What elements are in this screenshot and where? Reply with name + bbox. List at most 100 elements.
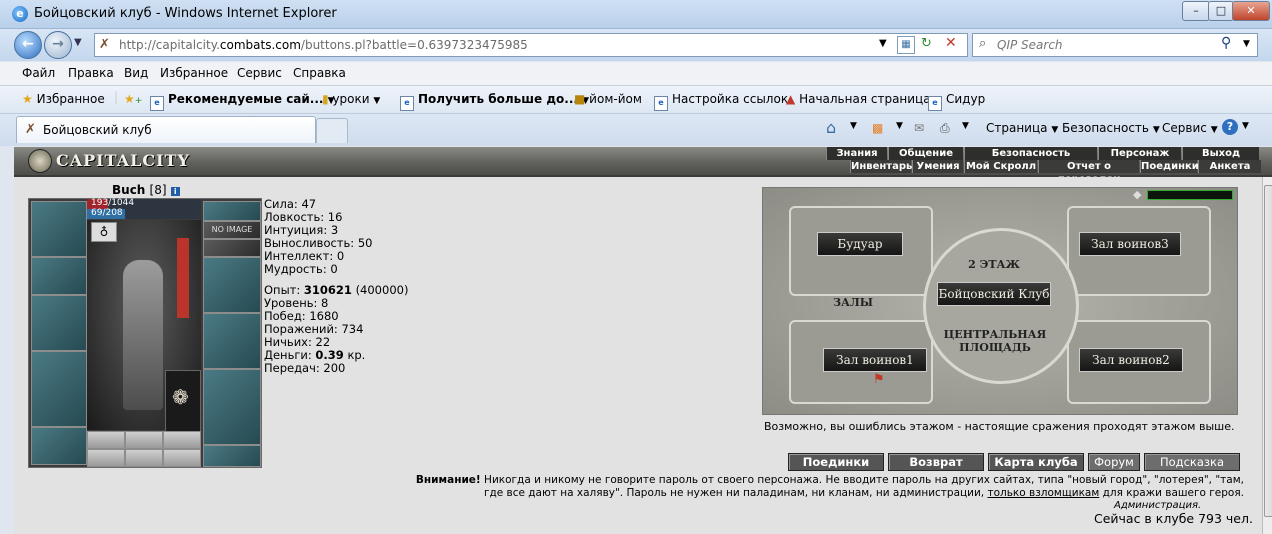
vertical-scrollbar[interactable]: [1262, 177, 1272, 534]
map-label-boudoir[interactable]: Будуар: [817, 232, 903, 256]
slot-ring-3[interactable]: [163, 431, 201, 449]
menu-view[interactable]: Вид: [124, 66, 148, 80]
nav-my-scroll[interactable]: Мой Скролл: [964, 160, 1037, 173]
nav-security[interactable]: Безопасность: [964, 147, 1097, 160]
club-map-button[interactable]: Карта клуба: [988, 453, 1084, 471]
chevron-down-icon[interactable]: ▼: [1242, 121, 1249, 131]
character-avatar[interactable]: ♁ ❁: [87, 220, 201, 432]
refresh-icon[interactable]: ↻: [921, 36, 932, 51]
minimize-button[interactable]: –: [1182, 1, 1210, 21]
nav-transfer-report[interactable]: Отчет о переводах: [1038, 160, 1139, 185]
menu-favorites[interactable]: Избранное: [160, 66, 228, 80]
security-menu[interactable]: Безопасность ▼: [1062, 121, 1160, 135]
game-header: CAPITALCITY Знания Общение Безопасность …: [14, 147, 1272, 185]
menu-help[interactable]: Справка: [293, 66, 346, 80]
slot-weapon[interactable]: [31, 295, 87, 351]
chevron-down-icon[interactable]: ▼: [962, 121, 969, 131]
folder-icon: ▮: [322, 92, 329, 106]
nav-character[interactable]: Персонаж: [1098, 147, 1181, 160]
return-button[interactable]: Возврат: [888, 453, 984, 471]
address-dropdown-icon[interactable]: ▼: [879, 38, 887, 49]
help-icon[interactable]: ?: [1222, 119, 1238, 135]
map-label-club[interactable]: Бойцовский Клуб: [937, 282, 1051, 306]
stop-icon[interactable]: ✕: [945, 35, 957, 51]
pet-owl[interactable]: ❁: [165, 370, 201, 432]
print-icon[interactable]: ⎙: [940, 121, 950, 136]
nav-skills[interactable]: Умения: [912, 160, 963, 173]
slot-amulet[interactable]: NO IMAGE: [203, 221, 261, 239]
slot-armor[interactable]: [31, 351, 87, 427]
fav-item-yom-yom[interactable]: ■ йом-йом: [574, 92, 642, 106]
search-icon[interactable]: ⚲: [1221, 35, 1231, 51]
menu-tools[interactable]: Сервис: [237, 66, 282, 80]
forward-button[interactable]: →: [44, 31, 72, 59]
slot-rune-1[interactable]: [87, 449, 125, 467]
nav-exit[interactable]: Выход: [1182, 147, 1259, 160]
page-icon: e: [400, 96, 414, 111]
map-label-hall2[interactable]: Зал воинов2: [1079, 348, 1183, 372]
slot-rune-3[interactable]: [163, 449, 201, 467]
fav-item-home-page[interactable]: ▲ Начальная страница: [786, 92, 931, 106]
slot-earrings[interactable]: [203, 201, 261, 221]
slot-ring-1[interactable]: [87, 431, 125, 449]
page-icon: e: [928, 96, 942, 111]
hackers-link[interactable]: только взломщикам: [987, 487, 1099, 499]
favorites-separator: |: [114, 90, 119, 104]
search-options-icon[interactable]: ▼: [1243, 39, 1250, 49]
nav-communication[interactable]: Общение: [888, 147, 963, 160]
search-field[interactable]: ⌕ QIP Search ⚲ ▼: [972, 33, 1258, 57]
tools-menu[interactable]: Сервис ▼: [1162, 121, 1218, 135]
slot-gloves[interactable]: [203, 257, 261, 313]
nav-knowledge[interactable]: Знания: [826, 147, 887, 160]
page-menu[interactable]: Страница ▼: [986, 121, 1058, 135]
chevron-down-icon[interactable]: ▼: [850, 121, 857, 131]
tab-fight-club[interactable]: ✗ Бойцовский клуб: [16, 116, 316, 143]
home-icon[interactable]: ⌂: [826, 118, 836, 137]
hint-button[interactable]: Подсказка: [1144, 453, 1240, 471]
history-dropdown-icon[interactable]: ▼: [74, 37, 82, 48]
slot-pants[interactable]: [203, 369, 261, 445]
forum-button[interactable]: Форум: [1088, 453, 1140, 471]
game-logo: CAPITALCITY: [56, 151, 190, 170]
menu-edit[interactable]: Правка: [68, 66, 114, 80]
player-marker-icon: ⚑: [873, 372, 885, 387]
info-icon[interactable]: i: [170, 187, 180, 196]
club-emblem-icon: [28, 149, 52, 173]
chevron-down-icon[interactable]: ▼: [896, 121, 903, 131]
close-button[interactable]: ✕: [1232, 1, 1270, 21]
nav-profile[interactable]: Анкета: [1198, 160, 1261, 173]
knight-figure: [123, 260, 163, 410]
slot-rings[interactable]: [203, 239, 261, 257]
favorites-button[interactable]: ★ Избранное: [22, 92, 105, 106]
slot-boots[interactable]: [203, 445, 261, 467]
fav-item-sidur[interactable]: e Сидур: [928, 92, 985, 111]
slot-shield[interactable]: [203, 313, 261, 369]
tab-title: Бойцовский клуб: [43, 123, 152, 137]
duels-button[interactable]: Поединки: [788, 453, 884, 471]
page-icon: e: [150, 96, 164, 111]
add-favorite-icon[interactable]: ★+: [124, 92, 142, 106]
address-bar[interactable]: ✗ http://capitalcity.combats.com/buttons…: [94, 33, 968, 57]
map-central-square[interactable]: [923, 228, 1079, 384]
fav-item-get-more[interactable]: e Получить больше до... ▼: [400, 92, 589, 111]
slot-bracers[interactable]: [31, 257, 87, 295]
nav-duels[interactable]: Поединки: [1140, 160, 1199, 173]
slot-rune-2[interactable]: [125, 449, 163, 467]
scrollbar-thumb[interactable]: [1264, 185, 1272, 517]
new-tab-button[interactable]: [316, 118, 348, 143]
fav-item-link-settings[interactable]: e Настройка ссылок: [654, 92, 788, 111]
menu-file[interactable]: Файл: [22, 66, 55, 80]
maximize-button[interactable]: □: [1208, 1, 1234, 21]
slot-ring-2[interactable]: [125, 431, 163, 449]
slot-belt[interactable]: [31, 427, 87, 465]
mail-icon[interactable]: ✉: [914, 121, 924, 135]
fav-item-lessons[interactable]: ▮ уроки ▼: [322, 92, 380, 106]
feeds-icon[interactable]: ▩: [872, 121, 883, 135]
map-label-hall1[interactable]: Зал воинов1: [823, 348, 927, 372]
compatibility-icon[interactable]: ▦: [897, 36, 915, 54]
map-label-hall3[interactable]: Зал воинов3: [1079, 232, 1181, 256]
back-button[interactable]: ←: [14, 31, 42, 59]
nav-inventory[interactable]: Инвентарь: [850, 160, 912, 173]
slot-helmet[interactable]: [31, 201, 87, 257]
fav-item-recommended[interactable]: e Рекомендуемые сай... ▼: [150, 92, 335, 111]
